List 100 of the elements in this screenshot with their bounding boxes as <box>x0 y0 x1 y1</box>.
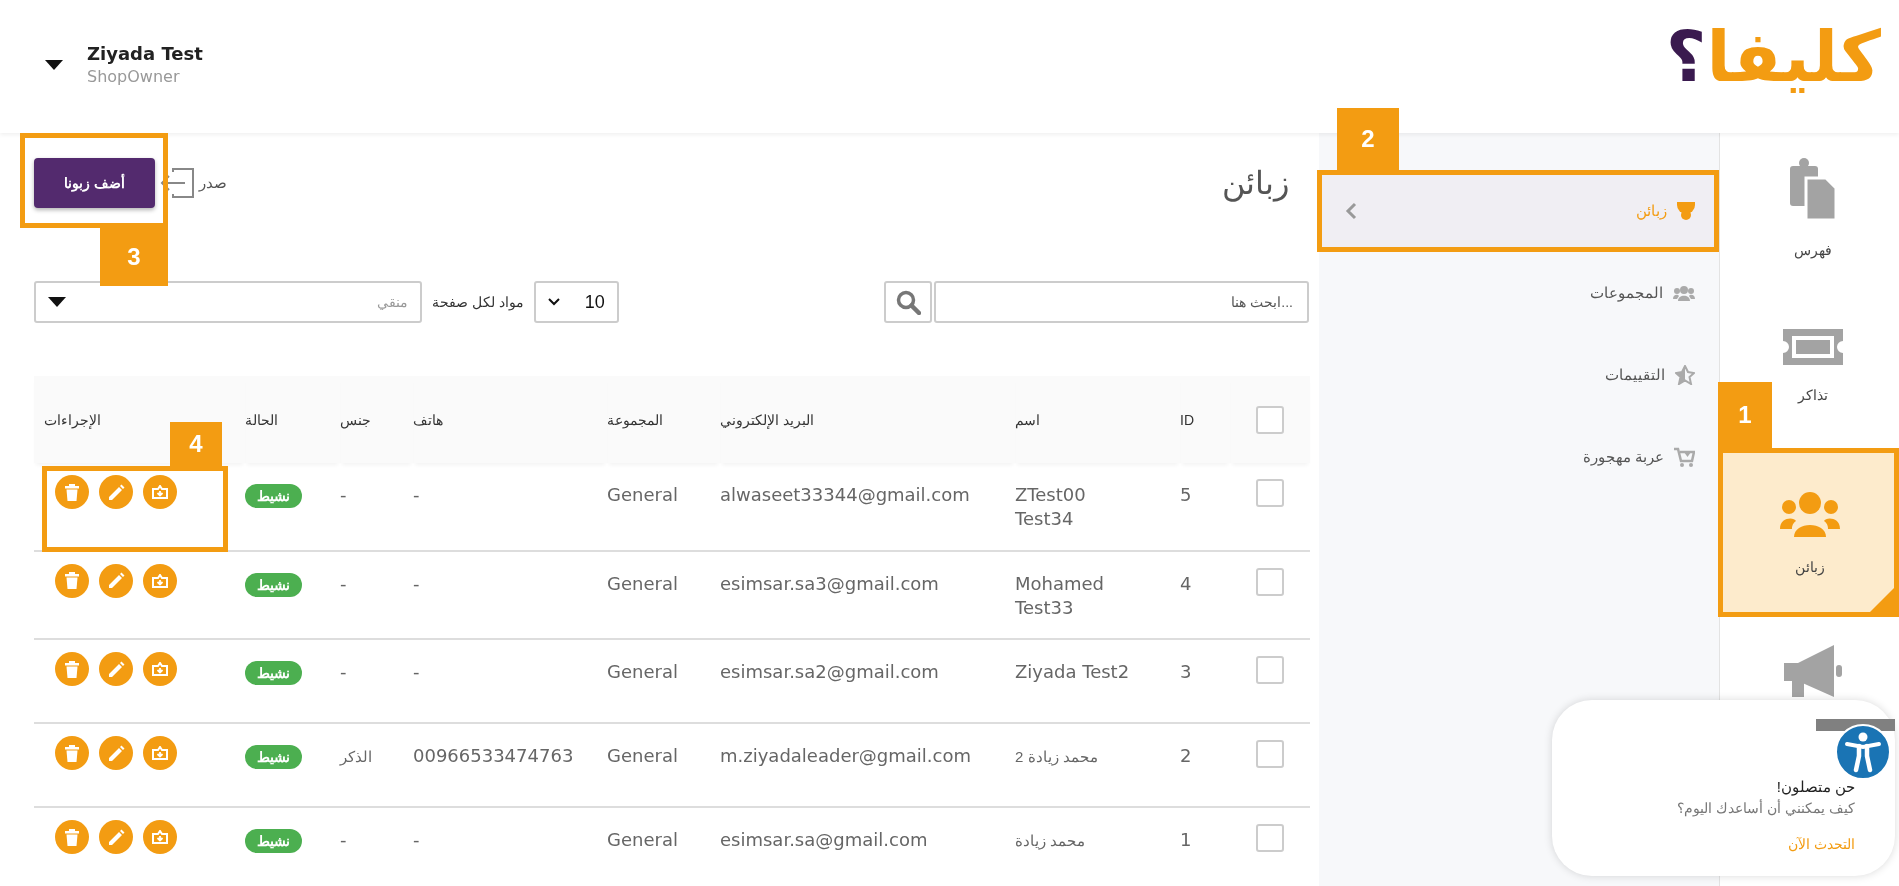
package-icon <box>152 746 168 761</box>
rail-label: تذاكر <box>1797 386 1828 403</box>
column-header: ID <box>1180 411 1194 428</box>
table-cell: 5 <box>1180 484 1192 505</box>
add-customer-button[interactable]: أضف زبونا <box>34 158 155 208</box>
edit-button[interactable] <box>99 475 133 509</box>
package-icon <box>152 573 168 588</box>
group-icon <box>1673 285 1695 301</box>
chat-message: كيف يمكنني أن أساعدك اليوم؟ <box>1676 800 1855 816</box>
nav-item[interactable]: عربة مهجورة <box>1319 420 1719 494</box>
view-button[interactable] <box>143 563 177 598</box>
table-cell: 00966533474763 <box>413 745 574 767</box>
edit-button[interactable] <box>99 820 133 855</box>
caret-down-icon <box>48 297 66 307</box>
table-cell: - <box>413 661 420 683</box>
table-cell: General <box>607 661 678 683</box>
trash-icon <box>65 572 79 590</box>
search-button[interactable] <box>884 281 932 323</box>
status-badge: نشيط <box>245 572 302 597</box>
column-header: البريد الإلكتروني <box>720 411 814 428</box>
view-button[interactable] <box>143 820 177 855</box>
rail-item[interactable]: فهرس <box>1789 133 1836 283</box>
callout-number: 1 <box>1718 382 1772 448</box>
view-button[interactable] <box>143 736 177 771</box>
column-header: الحالة <box>245 411 278 428</box>
table-cell: 3 <box>1180 661 1192 683</box>
page-title: زبائن <box>1222 164 1289 202</box>
pencil-icon <box>107 660 125 678</box>
trash-icon <box>65 483 79 501</box>
checkbox[interactable] <box>1256 740 1284 769</box>
nav-item[interactable]: المجموعات <box>1319 256 1719 330</box>
table-cell: 4 <box>1180 572 1192 594</box>
delete-button[interactable] <box>55 563 89 598</box>
cart-icon <box>1674 447 1695 467</box>
callout-number: 2 <box>1337 108 1399 170</box>
table-cell: محمد زيادة <box>1015 832 1086 851</box>
table-cell: - <box>413 484 420 505</box>
column-header: المجموعة <box>607 411 663 428</box>
status-badge: نشيط <box>245 484 302 508</box>
rail-item[interactable]: تذاكر <box>1778 283 1847 448</box>
trash-icon <box>65 660 79 678</box>
package-icon <box>152 830 168 845</box>
pencil-icon <box>107 483 125 501</box>
status-badge: نشيط <box>245 829 302 854</box>
delete-button[interactable] <box>55 736 89 771</box>
logo: كليفا؟ <box>1665 21 1881 92</box>
view-button[interactable] <box>143 652 177 687</box>
package-icon <box>152 662 168 677</box>
user-name: Ziyada Test <box>87 43 203 64</box>
nav-item[interactable]: التقييمات <box>1319 338 1719 412</box>
export-icon <box>159 168 195 198</box>
search-field[interactable]: ...ابحث هنا <box>934 281 1309 323</box>
rail-label: زبائن <box>1794 558 1825 575</box>
edit-button[interactable] <box>99 652 133 687</box>
column-header: الإجراءات <box>44 411 101 428</box>
table-cell: General <box>607 829 678 851</box>
table-cell: Ziyada Test2 <box>1015 660 1130 685</box>
table-cell: General <box>607 745 678 767</box>
checkbox[interactable] <box>1256 824 1284 853</box>
table-cell: - <box>413 572 420 594</box>
checkbox[interactable] <box>1256 479 1284 507</box>
status-badge: نشيط <box>245 745 302 770</box>
edit-button[interactable] <box>99 563 133 598</box>
table-cell: alwaseet33344@gmail.com <box>720 484 970 505</box>
delete-button[interactable] <box>55 475 89 509</box>
checkbox[interactable] <box>1256 567 1284 596</box>
chat-title: حن متصلون! <box>1775 778 1855 796</box>
column-header: هاتف <box>413 411 443 428</box>
pencil-icon <box>107 572 125 590</box>
delete-button[interactable] <box>55 652 89 687</box>
table-cell: - <box>340 661 347 683</box>
clipboard-icon <box>1789 158 1836 220</box>
table-cell: 1 <box>1180 829 1192 851</box>
search-icon <box>895 289 921 315</box>
table-cell: esimsar.sa@gmail.com <box>720 829 928 851</box>
status-badge: نشيط <box>245 661 302 686</box>
checkbox[interactable] <box>1256 405 1284 434</box>
pencil-icon <box>107 828 125 846</box>
export-link[interactable]: صدر <box>199 174 227 192</box>
megaphone-icon <box>1783 645 1842 697</box>
package-icon <box>152 485 168 499</box>
callout-number: 4 <box>170 422 222 466</box>
checkbox[interactable] <box>1256 656 1284 685</box>
accessibility-icon <box>1835 724 1891 780</box>
people-icon <box>1779 490 1840 537</box>
table-cell: - <box>340 484 347 505</box>
view-button[interactable] <box>143 475 177 509</box>
caret-down-icon <box>45 59 63 70</box>
table-cell: - <box>340 572 347 594</box>
user-role: ShopOwner <box>87 67 181 86</box>
table-cell: General <box>607 572 678 594</box>
delete-button[interactable] <box>55 820 89 855</box>
table-cell: esimsar.sa2@gmail.com <box>720 661 939 683</box>
rail-label: فهرس <box>1793 242 1832 258</box>
callout-number: 3 <box>100 228 168 286</box>
edit-button[interactable] <box>99 736 133 771</box>
table-cell: 2 <box>1180 745 1192 767</box>
per-page-label: مواد لكل صفحة <box>432 294 524 310</box>
trash-icon <box>65 828 79 846</box>
per-page-select[interactable]: 10 <box>533 281 619 323</box>
